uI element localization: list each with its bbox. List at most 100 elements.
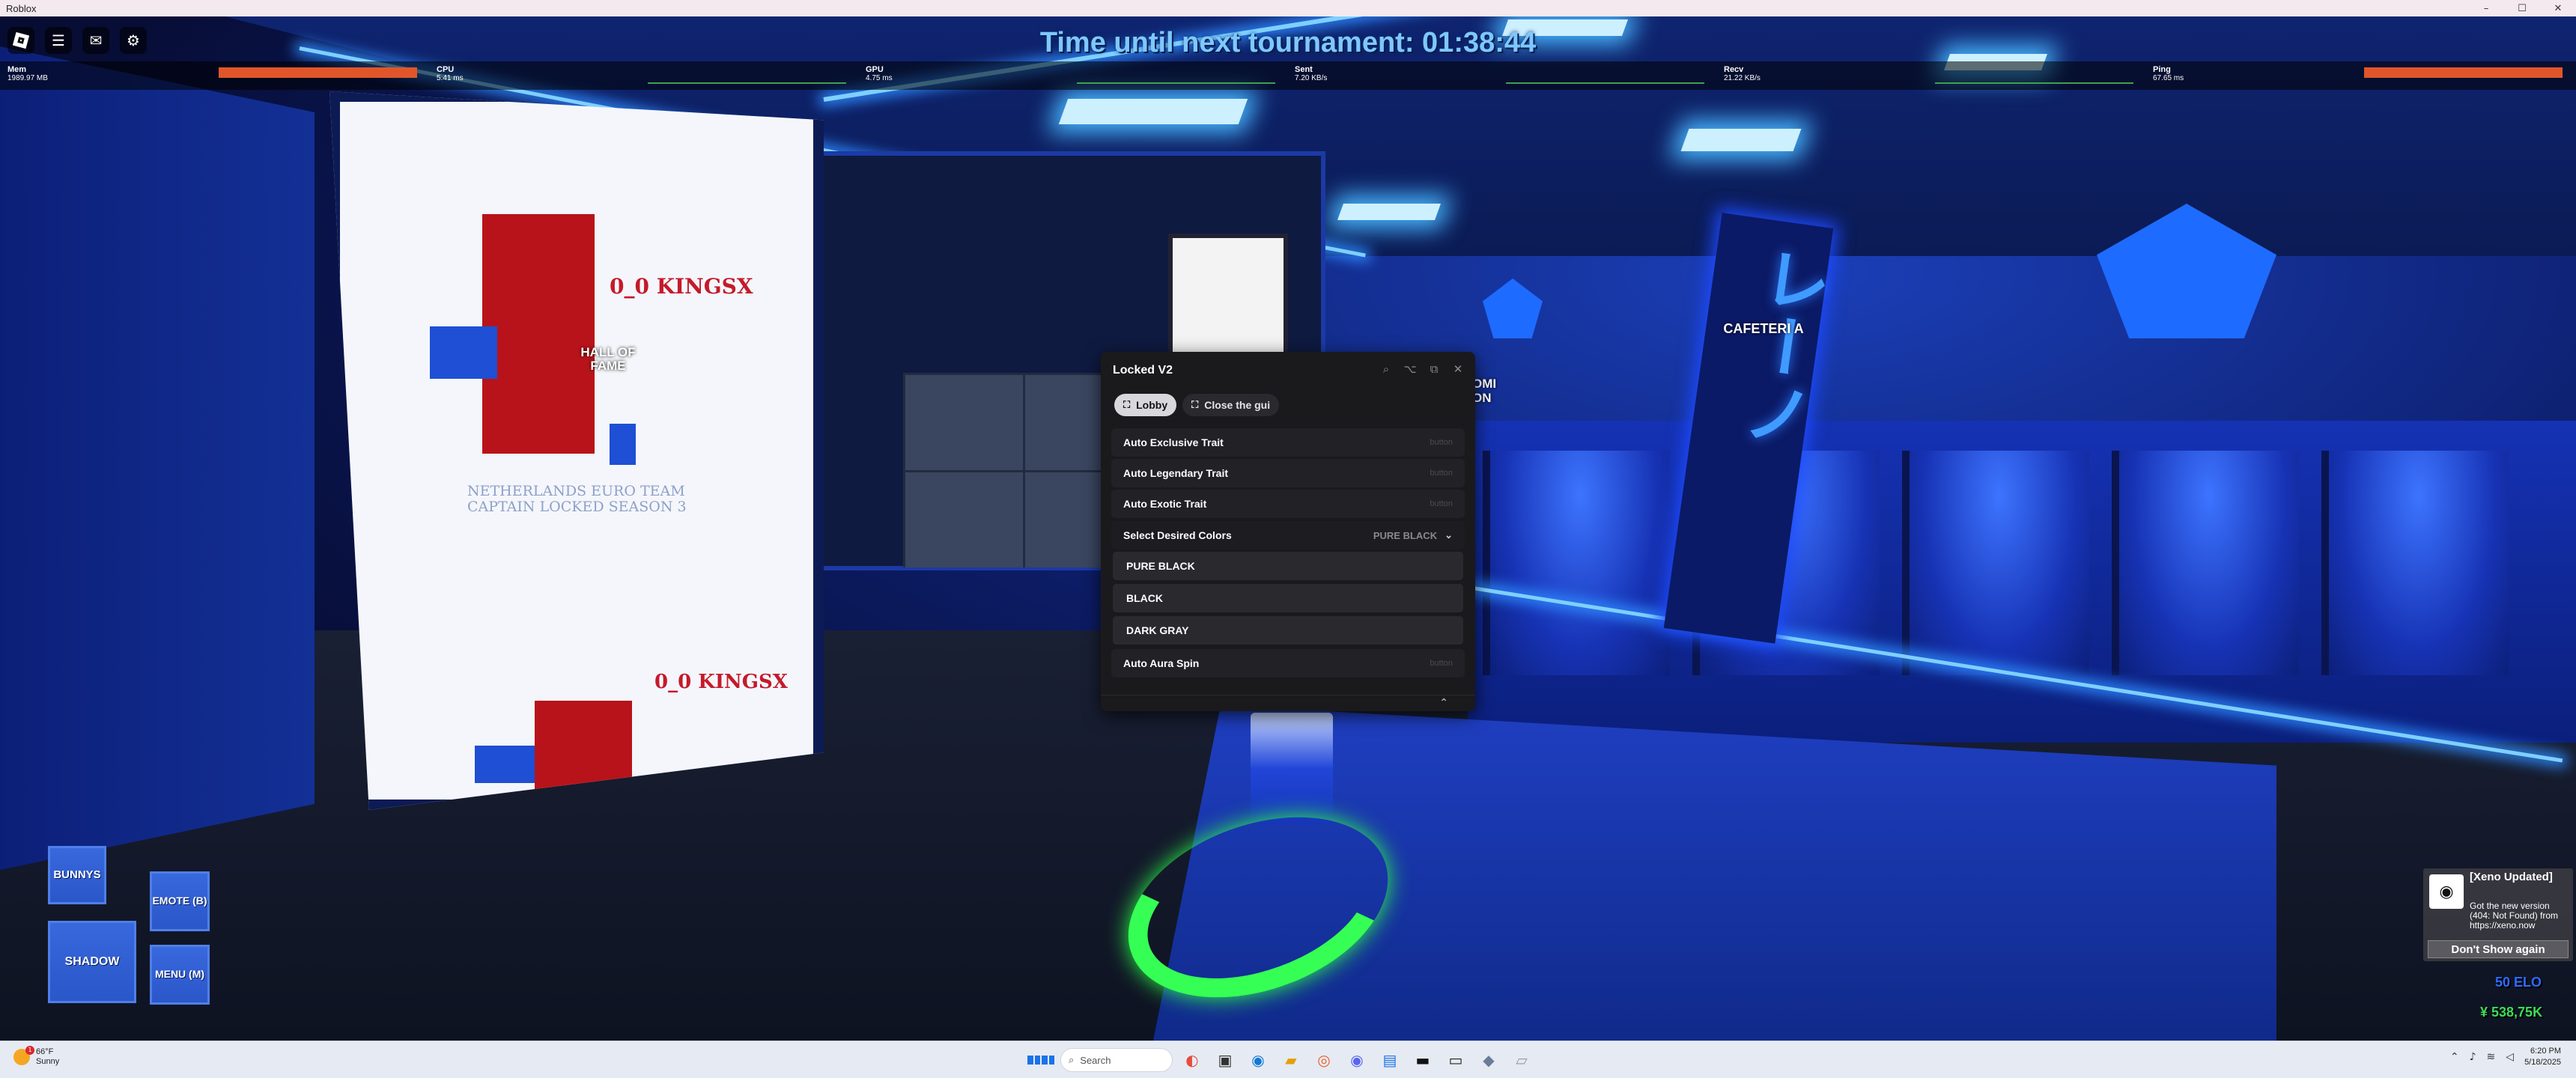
emote-button[interactable]: EMOTE (B) xyxy=(150,871,210,931)
search-icon: ⌕ xyxy=(1069,1054,1075,1065)
stat-sent: Sent 7.20 KB/s xyxy=(1287,61,1716,90)
window-titlebar: Roblox – ☐ ✕ xyxy=(0,0,2576,16)
wall-bay xyxy=(2112,451,2299,675)
tab-label: Lobby xyxy=(1136,399,1168,411)
keybind-icon[interactable]: ⌥ xyxy=(1402,361,1418,377)
xeno-logo-icon: ◉ xyxy=(2429,874,2464,909)
minimize-button[interactable]: – xyxy=(2468,0,2504,16)
taskbar-search[interactable]: ⌕ Search xyxy=(1060,1048,1173,1072)
option-dark-gray[interactable]: DARK GRAY xyxy=(1113,616,1463,645)
poster-blue-block xyxy=(430,326,497,379)
volume-icon[interactable]: ◁ xyxy=(2506,1051,2514,1063)
chart-app-icon[interactable]: ▤ xyxy=(1376,1047,1403,1074)
weather-widget[interactable]: 1 66°F Sunny xyxy=(13,1046,60,1067)
menu-icon[interactable]: ☰ xyxy=(45,27,72,54)
edge-icon[interactable]: ◉ xyxy=(1245,1047,1272,1074)
row-label: Auto Exotic Trait xyxy=(1123,498,1207,510)
weather-badge: 1 xyxy=(25,1046,34,1056)
weather-desc: Sunny xyxy=(36,1057,60,1067)
bunnys-button[interactable]: BUNNYS xyxy=(48,846,106,904)
weather-temp: 66°F xyxy=(36,1047,54,1056)
widgets-icon[interactable]: ◐ xyxy=(1179,1047,1206,1074)
row-button-hint: button xyxy=(1430,659,1453,668)
wall-bay xyxy=(1483,451,1670,675)
file-explorer-icon[interactable]: ▰ xyxy=(1278,1047,1304,1074)
close-icon[interactable]: ✕ xyxy=(1450,361,1466,377)
system-tray: ⌃ ♪ ≋ ◁ 6:20 PM 5/18/2025 xyxy=(2450,1046,2561,1069)
poster-red-panel xyxy=(482,214,595,454)
stat-recv: Recv 21.22 KB/s xyxy=(1716,61,2145,90)
auto-exotic-trait-button[interactable]: Auto Exotic Trait button xyxy=(1111,490,1465,518)
performance-stats-bar: Mem 1989.97 MB CPU 5.41 ms GPU 4.75 ms S… xyxy=(0,61,2576,90)
stat-graph xyxy=(2364,67,2563,78)
row-button-hint: button xyxy=(1430,438,1453,447)
currency-display: ¥ 538,75K xyxy=(2480,1005,2543,1020)
clock[interactable]: 6:20 PM 5/18/2025 xyxy=(2524,1046,2561,1069)
search-icon[interactable]: ⌕ xyxy=(1378,361,1394,377)
player-avatar xyxy=(1251,713,1333,825)
stat-graph xyxy=(1506,69,1704,84)
dont-show-again-button[interactable]: Don't Show again xyxy=(2428,940,2569,958)
notification-title: [Xeno Updated] xyxy=(2470,871,2553,883)
option-black[interactable]: BLACK xyxy=(1113,584,1463,612)
option-pure-black[interactable]: PURE BLACK xyxy=(1113,552,1463,580)
notification-body: Got the new version (404: Not Found) fro… xyxy=(2470,901,2559,931)
tray-chevron-icon[interactable]: ⌃ xyxy=(2450,1051,2459,1063)
ceiling-light xyxy=(1680,129,1802,151)
resize-icon[interactable]: ⧉ xyxy=(1426,361,1442,377)
poster-caption: NETHERLANDS EURO TEAM CAPTAIN LOCKED SEA… xyxy=(467,483,687,515)
shadow-button[interactable]: SHADOW xyxy=(48,921,136,1003)
tab-close-gui[interactable]: ⛶ Close the gui xyxy=(1182,394,1280,416)
clock-date: 5/18/2025 xyxy=(2524,1058,2561,1068)
tab-label: Close the gui xyxy=(1204,399,1271,411)
auto-legendary-trait-button[interactable]: Auto Legendary Trait button xyxy=(1111,459,1465,487)
script-gui-window: Locked V2 ⌕ ⌥ ⧉ ✕ ⛶ Lobby ⛶ Close the gu… xyxy=(1101,352,1475,711)
roblox-app-icon[interactable]: ◆ xyxy=(1475,1047,1502,1074)
close-gui-tab-icon: ⛶ xyxy=(1191,399,1199,410)
wifi-icon[interactable]: ≋ xyxy=(2487,1051,2496,1063)
sun-icon: 1 xyxy=(13,1046,34,1066)
maximize-button[interactable]: ☐ xyxy=(2504,0,2540,16)
tab-lobby[interactable]: ⛶ Lobby xyxy=(1114,394,1177,416)
dormitory-label: OMI ON xyxy=(1472,377,1497,405)
row-button-hint: button xyxy=(1430,499,1453,508)
hall-of-fame-label: HALL OF FAME xyxy=(580,345,636,373)
auto-aura-spin-button[interactable]: Auto Aura Spin button xyxy=(1111,649,1465,677)
roblox-logo-icon[interactable] xyxy=(7,27,34,54)
roblox-topbar: ☰ ✉ ⚙ xyxy=(7,27,147,54)
gui-tabs: ⛶ Lobby ⛶ Close the gui xyxy=(1114,394,1280,416)
discord-icon[interactable]: ◉ xyxy=(1343,1047,1370,1074)
blue-pentagon-logo xyxy=(1483,278,1543,338)
auto-exclusive-trait-button[interactable]: Auto Exclusive Trait button xyxy=(1111,428,1465,457)
chevron-up-icon[interactable]: ⌃ xyxy=(1439,697,1448,709)
console-icon[interactable]: ▭ xyxy=(1442,1047,1469,1074)
firefox-icon[interactable]: ◎ xyxy=(1310,1047,1337,1074)
search-placeholder: Search xyxy=(1080,1054,1111,1066)
row-button-hint: button xyxy=(1430,469,1453,478)
gui-title: Locked V2 xyxy=(1113,364,1173,377)
terminal-icon[interactable]: ▬ xyxy=(1409,1047,1436,1074)
notepad-icon[interactable]: ▱ xyxy=(1508,1047,1535,1074)
stat-gpu: GPU 4.75 ms xyxy=(858,61,1287,90)
elo-display: 50 ELO xyxy=(2495,975,2542,990)
stat-graph xyxy=(219,67,417,78)
microphone-icon[interactable]: ♪ xyxy=(2470,1051,2476,1063)
backpack-icon[interactable]: ⚙ xyxy=(120,27,147,54)
stat-cpu: CPU 5.41 ms xyxy=(429,61,858,90)
row-label: Auto Legendary Trait xyxy=(1123,467,1229,479)
dropdown-label: Select Desired Colors xyxy=(1123,529,1232,541)
ceiling-light xyxy=(1337,204,1442,220)
menu-button[interactable]: MENU (M) xyxy=(150,945,210,1005)
clock-time: 6:20 PM xyxy=(2530,1047,2561,1056)
stat-ping: Ping 67.65 ms xyxy=(2145,61,2575,90)
chat-icon[interactable]: ✉ xyxy=(82,27,109,54)
desired-colors-dropdown[interactable]: Select Desired Colors PURE BLACK ⌄ xyxy=(1111,521,1465,549)
xeno-notification: ◉ [Xeno Updated] Got the new version (40… xyxy=(2423,868,2573,961)
poster-blue-block xyxy=(475,746,535,783)
close-window-button[interactable]: ✕ xyxy=(2540,0,2576,16)
task-view-icon[interactable]: ▣ xyxy=(1212,1047,1239,1074)
stat-mem: Mem 1989.97 MB xyxy=(0,61,429,90)
gui-header[interactable]: Locked V2 ⌕ ⌥ ⧉ ✕ xyxy=(1101,352,1475,388)
windows-start-icon[interactable] xyxy=(1027,1047,1054,1074)
chevron-down-icon: ⌄ xyxy=(1445,529,1453,540)
